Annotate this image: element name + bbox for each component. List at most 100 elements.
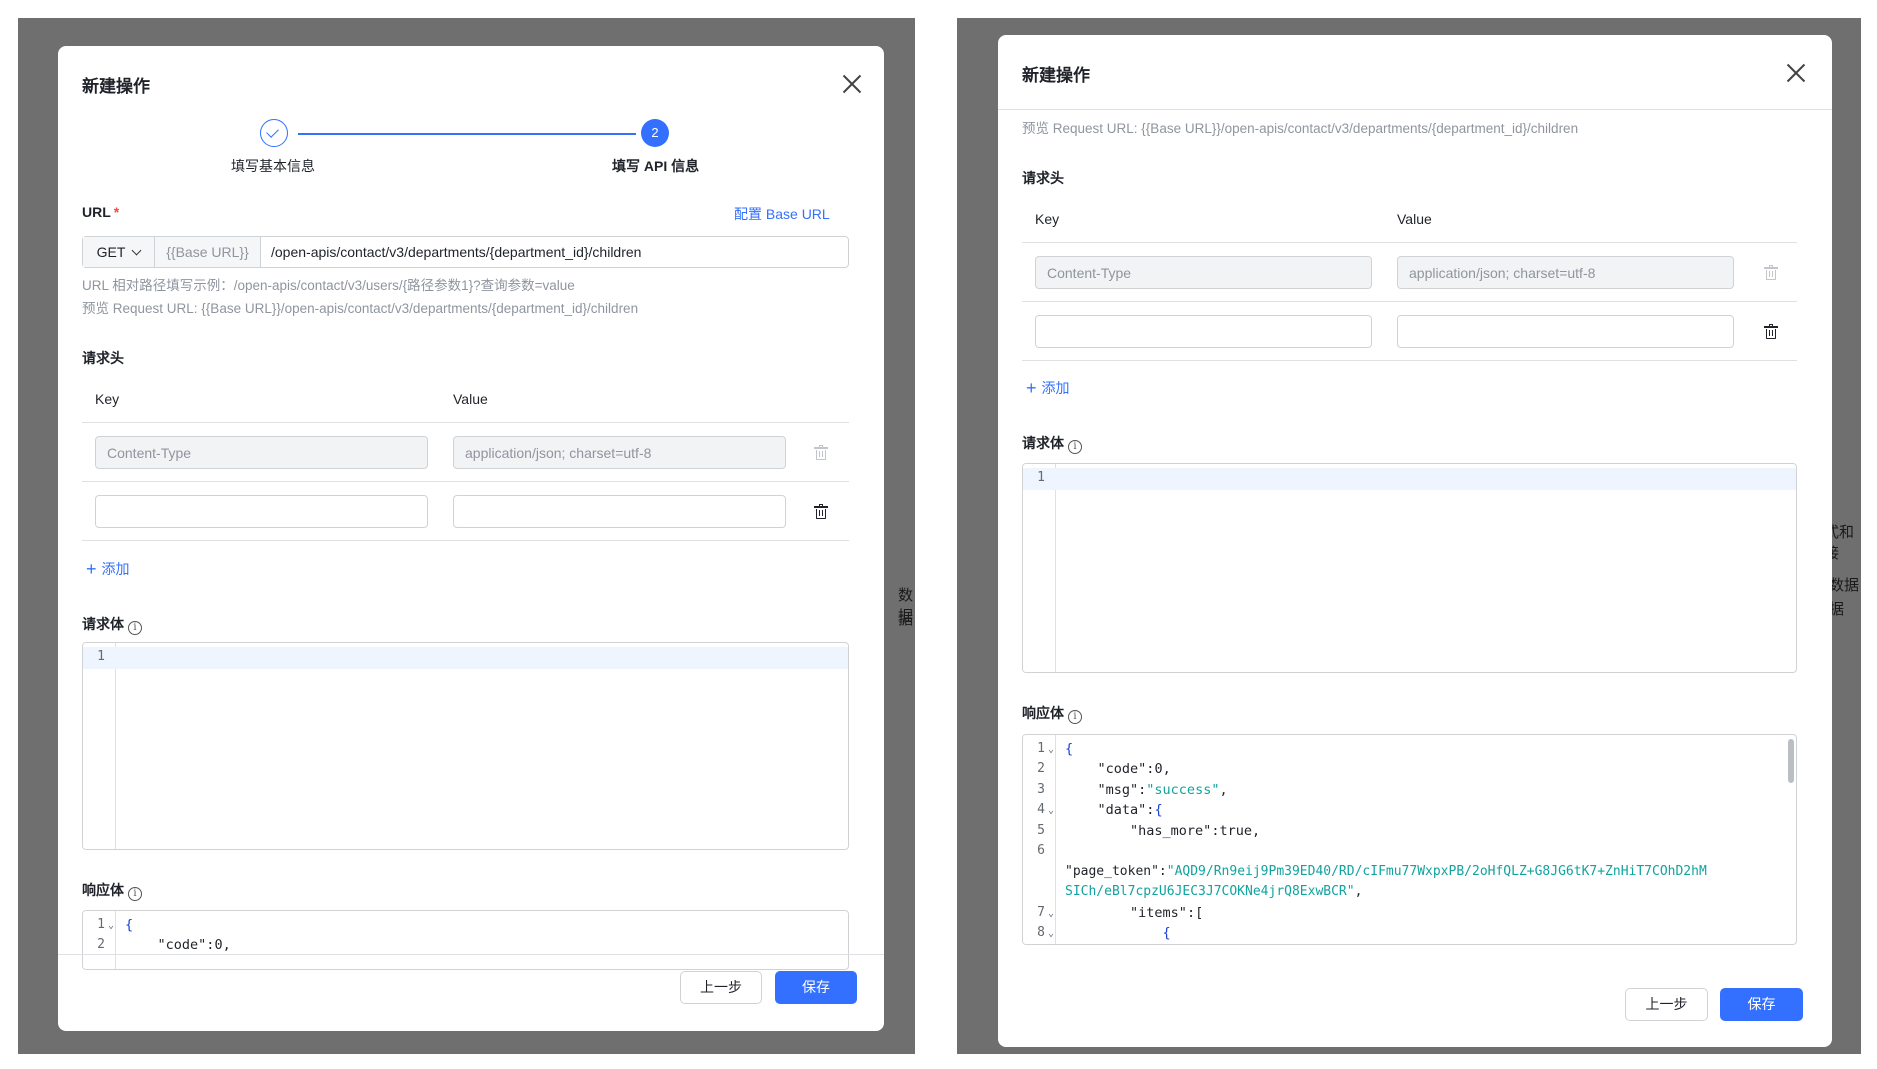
- step-connector: [298, 133, 636, 135]
- header-col-value: Value: [453, 391, 488, 407]
- fold-chevron-icon[interactable]: ⌄: [1048, 744, 1054, 755]
- line-number: 7: [1037, 905, 1045, 920]
- fold-chevron-icon[interactable]: ⌄: [1048, 928, 1054, 939]
- response-body-label: 响应体 i: [1022, 703, 1082, 724]
- url-preview-hint: 预览 Request URL: {{Base URL}}/open-apis/c…: [82, 301, 639, 316]
- divider: [1022, 242, 1797, 243]
- code-line: "code":0,: [1097, 761, 1171, 777]
- fold-chevron-icon[interactable]: ⌄: [1048, 805, 1054, 816]
- header-value-input[interactable]: [453, 495, 786, 528]
- new-operation-modal: 新建操作 2 填写基本信息 填写 API 信息 URL * 配置 Base URL…: [58, 46, 884, 1031]
- code-line: {: [1065, 741, 1074, 757]
- url-preview-hint: 预览 Request URL: {{Base URL}}/open-apis/c…: [1022, 121, 1579, 136]
- prev-step-button[interactable]: 上一步: [1625, 988, 1708, 1021]
- new-operation-modal: 新建操作 预览 Request URL: {{Base URL}}/open-a…: [998, 35, 1832, 1047]
- plus-icon: +: [86, 559, 97, 579]
- code-line: "page_token":"AQD9/Rn9eij9Pm39ED40/RD/cI…: [1065, 864, 1707, 879]
- url-label: URL *: [82, 204, 120, 220]
- header-col-value: Value: [1397, 211, 1432, 227]
- delete-row-icon: [1764, 265, 1778, 280]
- code-line: "items":[: [1130, 905, 1204, 921]
- code-line: SICh/eBl7cpzU6JEC3J7COKNe4jrQ8ExwBCR",: [1065, 884, 1363, 899]
- fold-chevron-icon[interactable]: ⌄: [108, 920, 114, 931]
- step-done-check-icon: [260, 119, 288, 147]
- divider: [82, 481, 849, 482]
- line-number: 3: [1037, 782, 1045, 797]
- prev-step-label: 上一步: [700, 979, 742, 995]
- active-line: [1056, 468, 1796, 490]
- divider: [1022, 301, 1797, 302]
- divider: [82, 422, 849, 423]
- line-number: 1: [1037, 470, 1045, 485]
- info-icon[interactable]: i: [128, 621, 142, 635]
- headers-label: 请求头: [82, 350, 124, 366]
- code-line: "data":{: [1097, 802, 1163, 818]
- url-example-hint: URL 相对路径填写示例：/open-apis/contact/v3/users…: [82, 278, 575, 293]
- screenshot-left: 式和接 数据 据 新建操作 2 填写基本信息 填写 API 信息 URL* 配置…: [18, 18, 915, 1054]
- request-body-editor[interactable]: 1: [82, 642, 849, 850]
- add-header-button[interactable]: + 添加: [86, 559, 130, 579]
- chevron-down-icon: [131, 245, 142, 255]
- active-line: [116, 647, 848, 669]
- step-1-label: 填写基本信息: [231, 158, 315, 174]
- line-number: 5: [1037, 823, 1045, 838]
- save-button[interactable]: 保存: [775, 971, 857, 1004]
- line-number: 6: [1037, 843, 1045, 858]
- request-body-label: 请求体 i: [1022, 433, 1082, 454]
- plus-icon: +: [1026, 378, 1037, 398]
- method-value: GET: [96, 244, 126, 260]
- header-value-input[interactable]: [1397, 315, 1734, 348]
- header-value-input: [1397, 256, 1734, 289]
- code-line: "has_more":true,: [1130, 823, 1261, 839]
- screenshot-right: 式和接 数据 据 新建操作 预览 Request URL: {{Base URL…: [957, 18, 1861, 1054]
- info-icon[interactable]: i: [128, 887, 142, 901]
- request-body-editor[interactable]: 1: [1022, 463, 1797, 673]
- response-body-label: 响应体 i: [82, 880, 142, 901]
- modal-title: 新建操作: [82, 77, 150, 96]
- add-label: 添加: [101, 561, 130, 577]
- required-mark: *: [113, 204, 120, 220]
- line-number: 4: [1037, 802, 1045, 817]
- header-key-input[interactable]: [95, 495, 428, 528]
- step-2-indicator: 2: [641, 119, 669, 147]
- step-2-label: 填写 API 信息: [612, 158, 700, 174]
- response-body-editor[interactable]: 1 ⌄ 2 3 4 ⌄ 5 6 7 ⌄ 8 ⌄ { "code":0, "msg…: [1022, 734, 1797, 945]
- add-header-button[interactable]: + 添加: [1026, 378, 1070, 398]
- header-col-key: Key: [1035, 211, 1060, 227]
- close-icon[interactable]: [841, 73, 863, 95]
- code-line: {: [125, 917, 134, 933]
- save-button[interactable]: 保存: [1720, 988, 1803, 1021]
- base-url-addon: {{Base URL}}: [155, 237, 261, 267]
- method-select[interactable]: GET: [83, 237, 155, 267]
- info-icon[interactable]: i: [1068, 440, 1082, 454]
- fold-chevron-icon[interactable]: ⌄: [1048, 908, 1054, 919]
- url-path-input[interactable]: [261, 237, 848, 267]
- editor-scrollbar[interactable]: [1788, 739, 1794, 783]
- line-number: 1: [97, 649, 105, 664]
- header-col-key: Key: [95, 391, 120, 407]
- close-icon[interactable]: [1785, 62, 1807, 84]
- delete-row-icon[interactable]: [1764, 324, 1778, 339]
- divider: [82, 540, 849, 541]
- header-value-input: [453, 436, 786, 469]
- add-label: 添加: [1041, 380, 1070, 396]
- save-label: 保存: [1747, 996, 1776, 1012]
- editor-gutter: [83, 643, 116, 849]
- background-text: 据: [898, 611, 914, 628]
- save-label: 保存: [802, 979, 830, 995]
- editor-gutter: [1023, 464, 1056, 672]
- header-divider: [998, 109, 1832, 110]
- line-number: 2: [97, 937, 105, 952]
- prev-step-button[interactable]: 上一步: [680, 971, 762, 1004]
- response-body-editor[interactable]: 1 ⌄ 2 { "code":0,: [82, 910, 849, 970]
- config-base-url-link[interactable]: 配置 Base URL: [734, 204, 830, 224]
- line-number: 8: [1037, 925, 1045, 940]
- delete-row-icon[interactable]: [814, 504, 828, 519]
- code-line: {: [1162, 925, 1171, 941]
- divider: [1022, 360, 1797, 361]
- headers-label: 请求头: [1022, 170, 1064, 186]
- header-key-input: [95, 436, 428, 469]
- info-icon[interactable]: i: [1068, 710, 1082, 724]
- header-key-input[interactable]: [1035, 315, 1372, 348]
- modal-title: 新建操作: [1022, 66, 1090, 85]
